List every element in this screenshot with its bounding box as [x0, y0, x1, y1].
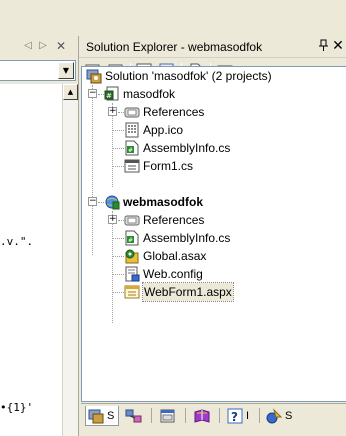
tab-dynamic-help[interactable]: S — [264, 406, 294, 426]
config-file-icon — [124, 266, 140, 282]
webform-file-icon — [124, 284, 140, 300]
tree-item-label: WebForm1.aspx — [142, 282, 234, 302]
tab-solution-explorer[interactable]: S — [85, 406, 119, 426]
tab-label: S — [107, 410, 115, 422]
tab-class-view[interactable] — [123, 406, 145, 426]
close-document-button[interactable]: ✕ — [55, 39, 67, 53]
icon-file-icon — [124, 122, 140, 138]
tree-item-label: webmasodfok — [123, 195, 204, 209]
member-dropdown[interactable]: ▼ — [0, 60, 76, 81]
expand-toggle[interactable]: + — [108, 107, 117, 116]
code-line: •{1}' — [0, 401, 34, 414]
editor-tab-navigation: ◁ ▷ ✕ — [0, 36, 78, 58]
code-line: .v.". — [0, 235, 34, 248]
tree-item-label: AssemblyInfo.cs — [143, 141, 231, 155]
references-icon — [124, 212, 140, 228]
web-project-icon — [104, 194, 120, 210]
tab-label: I — [246, 410, 250, 422]
tab-index[interactable]: ? I — [225, 406, 255, 426]
scroll-tabs-left-button[interactable]: ◁ — [22, 39, 34, 53]
csharp-project-icon: # — [104, 86, 120, 102]
solution-icon — [88, 409, 104, 424]
class-view-icon — [125, 409, 142, 423]
tree-item-label: Global.asax — [143, 249, 207, 263]
scroll-tabs-right-button[interactable]: ▷ — [37, 39, 49, 53]
csharp-file-icon: # — [124, 140, 140, 156]
tree-item-project-masodfok[interactable]: # masodfok — [104, 85, 344, 103]
tree-item-solution[interactable]: Solution 'masodfok' (2 projects) — [86, 67, 346, 85]
scroll-up-button[interactable]: ▲ — [63, 84, 78, 100]
svg-text:#: # — [106, 92, 112, 100]
tree-item-label: Solution 'masodfok' (2 projects) — [105, 69, 272, 83]
vertical-scrollbar[interactable]: ▲ — [62, 84, 78, 436]
tree-item-file[interactable]: # AssemblyInfo.cs — [124, 139, 324, 157]
tree-item-file[interactable]: Global.asax — [124, 247, 324, 265]
collapse-toggle[interactable]: − — [88, 89, 97, 98]
tree-item-file[interactable]: Web.config — [124, 265, 324, 283]
tree-item-label: masodfok — [123, 87, 176, 101]
expand-toggle[interactable]: + — [108, 215, 117, 224]
tab-label: S — [285, 410, 293, 422]
book-icon — [194, 409, 210, 423]
solution-tree[interactable]: Solution 'masodfok' (2 projects) − # mas… — [81, 66, 346, 402]
solution-explorer-panel: Solution Explorer - webmasodfok ✕ Soluti… — [78, 36, 346, 436]
tree-item-file[interactable]: # AssemblyInfo.cs — [124, 229, 324, 247]
svg-text:#: # — [128, 147, 133, 154]
pin-icon[interactable] — [318, 39, 330, 53]
chevron-down-icon[interactable]: ▼ — [58, 62, 74, 79]
csharp-file-icon: # — [124, 230, 140, 246]
tree-item-project-webmasodfok[interactable]: webmasodfok — [104, 193, 344, 211]
tab-contents[interactable] — [191, 406, 213, 426]
resource-view-icon — [160, 409, 175, 423]
close-icon[interactable]: ✕ — [331, 38, 345, 54]
references-icon — [124, 104, 140, 120]
dynamic-help-icon — [266, 408, 282, 424]
collapse-toggle[interactable]: − — [88, 197, 97, 206]
help-icon: ? — [227, 408, 243, 424]
tree-item-label: References — [143, 213, 205, 227]
form-file-icon — [124, 158, 140, 174]
panel-title-bar: Solution Explorer - webmasodfok ✕ — [79, 36, 346, 58]
svg-text:#: # — [128, 237, 133, 244]
tree-item-label: App.ico — [143, 123, 184, 137]
svg-text:?: ? — [231, 410, 238, 424]
solution-icon — [86, 68, 102, 84]
tree-item-references[interactable]: References — [124, 103, 324, 121]
global-asax-icon — [124, 248, 140, 264]
code-editor[interactable]: .v.". •{1}' — [0, 84, 62, 436]
tree-item-file-selected[interactable]: WebForm1.aspx — [124, 282, 324, 302]
tree-item-label: Form1.cs — [143, 159, 194, 173]
panel-title: Solution Explorer - webmasodfok — [86, 40, 263, 54]
code-editor-pane: ◁ ▷ ✕ ▼ .v.". •{1}' ▲ — [0, 0, 78, 436]
tree-item-label: Web.config — [143, 267, 203, 281]
tree-item-references[interactable]: References — [124, 211, 324, 229]
tree-item-label: AssemblyInfo.cs — [143, 231, 231, 245]
tool-window-tabs: S ? I S — [81, 403, 346, 427]
tab-resource-view[interactable] — [157, 406, 179, 426]
tree-item-file[interactable]: App.ico — [124, 121, 324, 139]
tree-item-label: References — [143, 105, 205, 119]
tree-item-file[interactable]: Form1.cs — [124, 157, 324, 175]
